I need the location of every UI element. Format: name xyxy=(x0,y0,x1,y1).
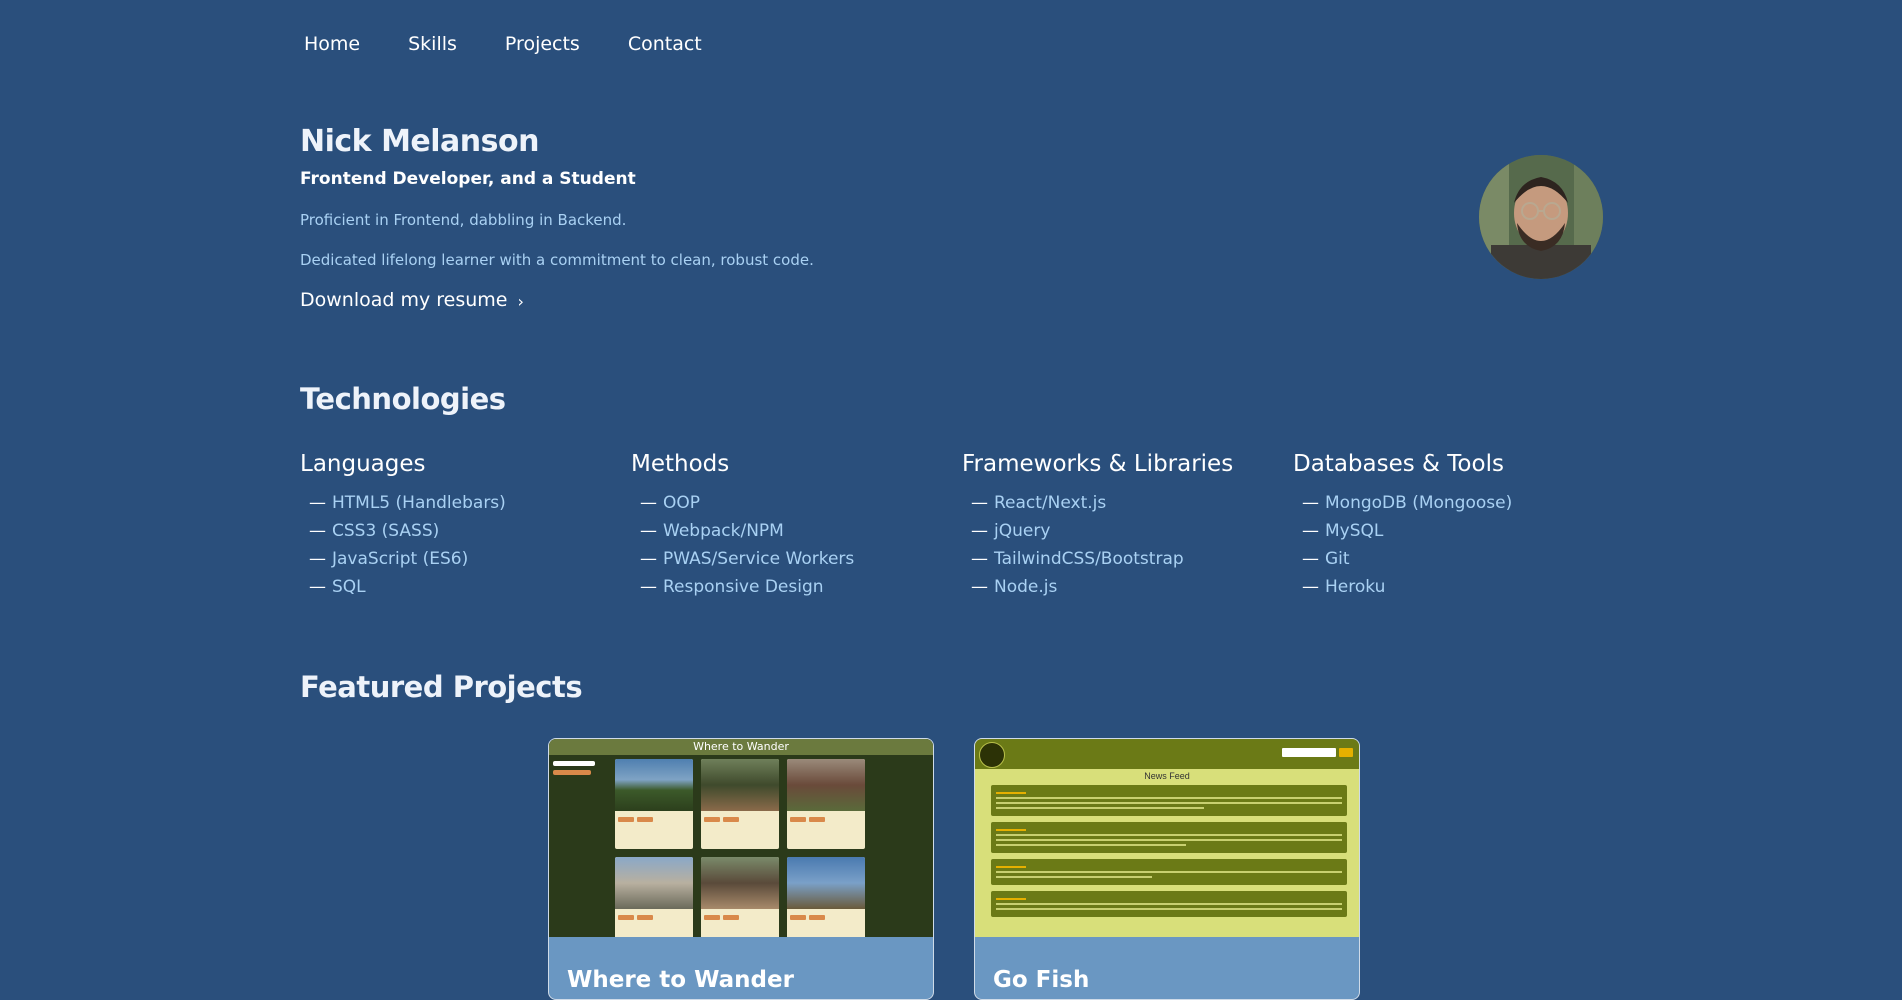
hero-tagline-1: Proficient in Frontend, dabbling in Back… xyxy=(300,211,627,229)
tech-heading: Frameworks & Libraries xyxy=(962,451,1234,477)
tech-column-languages: Languages — HTML5 (Handlebars) — CSS3 (SAS… xyxy=(300,451,631,601)
tech-item: — Node.js xyxy=(971,577,1058,597)
main-nav: Home Skills Projects Contact xyxy=(304,33,702,55)
tech-column-frameworks: Frameworks & Libraries — React/Next.js — j… xyxy=(962,451,1293,601)
screenshot-title: Where to Wander xyxy=(549,739,933,755)
tech-item: — Heroku xyxy=(1302,577,1386,597)
search-input xyxy=(1282,748,1336,757)
tech-item: — PWAS/Service Workers xyxy=(640,549,855,569)
technologies-grid: Languages — HTML5 (Handlebars) — CSS3 (SAS… xyxy=(300,451,1624,601)
tech-item: — jQuery xyxy=(971,521,1051,541)
project-title: Where to Wander xyxy=(567,967,794,993)
hero-subtitle: Frontend Developer, and a Student xyxy=(300,169,636,189)
tech-item: — JavaScript (ES6) xyxy=(309,549,469,569)
project-title: Go Fish xyxy=(993,967,1090,993)
resume-label: Download my resume xyxy=(300,289,508,311)
project-card-where-to-wander[interactable]: Where to Wander Where to Wander xyxy=(548,738,934,1000)
tech-item: — TailwindCSS/Bootstrap xyxy=(971,549,1184,569)
tech-item: — HTML5 (Handlebars) xyxy=(309,493,506,513)
tech-heading: Databases & Tools xyxy=(1293,451,1504,477)
chevron-right-icon: › xyxy=(517,291,524,311)
tech-item: — React/Next.js xyxy=(971,493,1107,513)
tech-heading: Languages xyxy=(300,451,426,477)
project-cards: Where to Wander Where to Wander News Fee… xyxy=(548,738,1360,1000)
tech-column-methods: Methods — OOP — Webpack/NPM — PWAS/Service … xyxy=(631,451,962,601)
tech-column-databases: Databases & Tools — MongoDB (Mongoose) — M… xyxy=(1293,451,1624,601)
tech-item: — CSS3 (SASS) xyxy=(309,521,440,541)
search-button xyxy=(1339,748,1353,757)
nav-projects[interactable]: Projects xyxy=(505,33,580,55)
tech-item: — OOP xyxy=(640,493,701,513)
tech-item: — MongoDB (Mongoose) xyxy=(1302,493,1513,513)
nav-contact[interactable]: Contact xyxy=(628,33,702,55)
screenshot-title: News Feed xyxy=(1144,771,1190,781)
tech-item: — Webpack/NPM xyxy=(640,521,784,541)
logo-icon xyxy=(979,742,1005,768)
nav-skills[interactable]: Skills xyxy=(408,33,457,55)
tech-heading: Methods xyxy=(631,451,730,477)
tech-item: — Responsive Design xyxy=(640,577,824,597)
nav-home[interactable]: Home xyxy=(304,33,360,55)
avatar-portrait xyxy=(1479,155,1603,279)
hero-name: Nick Melanson xyxy=(300,124,539,159)
technologies-title: Technologies xyxy=(300,382,506,416)
project-screenshot: Where to Wander xyxy=(549,739,933,937)
featured-projects-title: Featured Projects xyxy=(300,670,583,704)
hero-section: Nick Melanson Frontend Developer, and a … xyxy=(300,124,1610,311)
hero-tagline-2: Dedicated lifelong learner with a commit… xyxy=(300,251,814,269)
tech-item: — Git xyxy=(1302,549,1350,569)
project-screenshot: News Feed xyxy=(975,739,1359,937)
tech-item: — SQL xyxy=(309,577,366,597)
tech-item: — MySQL xyxy=(1302,521,1384,541)
download-resume-link[interactable]: Download my resume › xyxy=(300,289,524,311)
avatar xyxy=(1479,155,1603,279)
project-card-go-fish[interactable]: News Feed Go Fish xyxy=(974,738,1360,1000)
